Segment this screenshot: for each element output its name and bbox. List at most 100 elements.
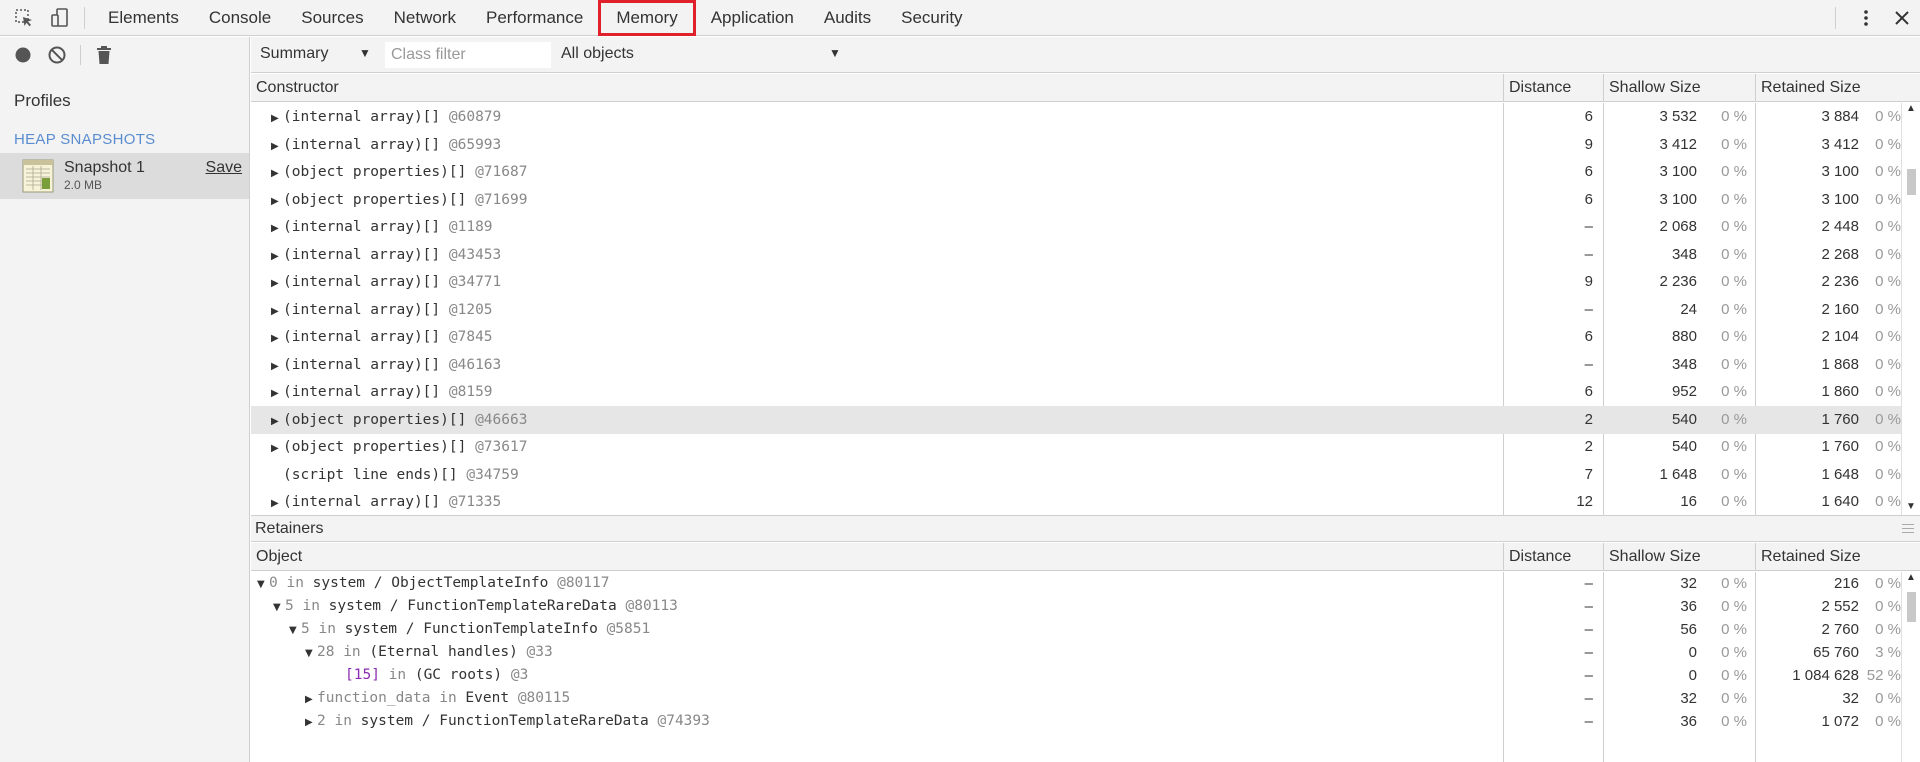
save-snapshot-link[interactable]: Save xyxy=(206,159,242,177)
table-row[interactable]: ▶ (internal array)[] @65993 9 3 412 0 % 3 412… xyxy=(251,131,1901,159)
table-row[interactable]: ▶ (internal array)[] @1205 – 24 0 % 2 160 0 % xyxy=(251,296,1901,324)
table-row[interactable]: ▶ (internal array)[] @8159 6 952 0 % 1 860 0 % xyxy=(251,378,1901,406)
retained-percent-cell: 0 % xyxy=(1875,190,1901,208)
table-row[interactable]: ▶ (internal array)[] @34771 9 2 236 0 % 2 236… xyxy=(251,268,1901,296)
column-header-shallow-size[interactable]: Shallow Size xyxy=(1603,74,1755,102)
column-header-distance[interactable]: Distance xyxy=(1503,74,1603,102)
shallow-size-cell: 540 xyxy=(1671,438,1697,455)
expand-arrow-icon[interactable]: ▶ xyxy=(305,711,317,733)
shallow-percent-cell: 0 % xyxy=(1721,328,1747,345)
table-row[interactable]: ▶ (object properties)[] @73617 2 540 0 % 1 76… xyxy=(251,433,1901,461)
expand-arrow-icon[interactable]: ▶ xyxy=(271,490,283,515)
profiles-toolbar xyxy=(0,37,249,73)
tab-network[interactable]: Network xyxy=(379,0,471,36)
column-header-retained-size[interactable]: Retained Size xyxy=(1755,543,1920,571)
clear-icon[interactable] xyxy=(44,42,70,68)
device-toolbar-icon[interactable] xyxy=(42,0,78,36)
table-row[interactable]: ▶ (internal array)[] @1189 – 2 068 0 % 2 448 0… xyxy=(251,213,1901,241)
shallow-percent-cell: 0 % xyxy=(1721,690,1747,707)
table-row[interactable]: ▶ (internal array)[] @46163 – 348 0 % 1 868 0 … xyxy=(251,351,1901,379)
object-id: @1189 xyxy=(448,219,493,235)
expand-arrow-icon[interactable]: ▶ xyxy=(271,380,283,406)
scrollbar-thumb[interactable] xyxy=(1907,592,1916,622)
table-row[interactable]: ▶ (object properties)[] @71699 6 3 100 0 % 3 … xyxy=(251,186,1901,214)
scroll-up-icon[interactable]: ▲ xyxy=(1906,103,1916,114)
record-icon[interactable] xyxy=(10,42,36,68)
expand-arrow-icon[interactable]: ▶ xyxy=(271,408,283,434)
expand-arrow-icon[interactable]: ▶ xyxy=(271,215,283,241)
column-header-distance[interactable]: Distance xyxy=(1503,543,1603,571)
table-row[interactable]: ▼ 5 in system / FunctionTemplateInfo @585… xyxy=(251,618,1901,641)
expand-arrow-icon[interactable]: ▶ xyxy=(271,133,283,159)
retainer-key: 5 xyxy=(301,621,310,637)
constructor-name: (internal array)[] xyxy=(283,274,441,290)
snapshot-item[interactable]: Snapshot 1 2.0 MB Save xyxy=(0,153,249,199)
table-row[interactable]: ▶ (internal array)[] @7845 6 880 0 % 2 104 0 % xyxy=(251,323,1901,351)
table-row[interactable]: ▶ (internal array)[] @71335 12 16 0 % 1 640 0 … xyxy=(251,488,1901,515)
constructor-scrollbar[interactable]: ▲ ▼ xyxy=(1901,103,1920,515)
column-header-constructor[interactable]: Constructor xyxy=(251,74,1503,102)
retained-size-cell: 1 760 xyxy=(1821,438,1859,455)
collapse-arrow-icon[interactable]: ▼ xyxy=(273,596,285,618)
tab-security[interactable]: Security xyxy=(886,0,977,36)
tab-sources[interactable]: Sources xyxy=(286,0,378,36)
table-row[interactable]: ▶ function_data in Event @80115 – 32 0 % 32 0 … xyxy=(251,687,1901,710)
expand-arrow-icon[interactable]: ▶ xyxy=(271,270,283,296)
trash-icon[interactable] xyxy=(91,42,117,68)
expand-arrow-icon[interactable]: ▶ xyxy=(271,188,283,214)
objects-select[interactable]: All objects xyxy=(561,45,634,63)
shallow-size-cell: 540 xyxy=(1671,410,1697,428)
table-row[interactable]: ▼ 28 in (Eternal handles) @33 – 0 0 % 65 760 3… xyxy=(251,641,1901,664)
column-header-shallow-size[interactable]: Shallow Size xyxy=(1603,543,1755,571)
close-icon[interactable] xyxy=(1884,0,1920,36)
table-row[interactable]: ▶ (internal array)[] @60879 6 3 532 0 % 3 884… xyxy=(251,103,1901,131)
column-header-retained-size[interactable]: Retained Size xyxy=(1755,74,1920,102)
tab-performance[interactable]: Performance xyxy=(471,0,598,36)
retainer-cell: ▼ 0 in system / ObjectTemplateInfo @80117 xyxy=(251,572,1503,595)
retainers-bar[interactable]: Retainers xyxy=(251,515,1920,542)
object-id: @5851 xyxy=(606,621,651,637)
expand-arrow-icon[interactable]: ▶ xyxy=(271,243,283,269)
scroll-down-icon[interactable]: ▼ xyxy=(1906,501,1916,512)
table-row[interactable]: ▼ 0 in system / ObjectTemplateInfo @80117… xyxy=(251,572,1901,595)
resize-grip-icon[interactable] xyxy=(1902,524,1914,533)
tab-memory[interactable]: Memory xyxy=(598,0,696,36)
expand-arrow-icon[interactable]: ▶ xyxy=(271,298,283,324)
expand-arrow-icon[interactable]: ▶ xyxy=(271,160,283,186)
tab-bar-right-controls xyxy=(1835,0,1920,36)
table-row[interactable]: ▶ (object properties)[] @46663 2 540 0 % 1 76… xyxy=(251,405,1901,434)
table-row[interactable]: ▶ 2 in system / FunctionTemplateRareData … xyxy=(251,710,1901,733)
retained-percent-cell: 0 % xyxy=(1875,355,1901,373)
table-row[interactable]: ▶ (internal array)[] @43453 – 348 0 % 2 268 0 … xyxy=(251,241,1901,269)
tab-application[interactable]: Application xyxy=(696,0,809,36)
inspect-element-icon[interactable] xyxy=(6,0,42,36)
retainers-scrollbar[interactable]: ▲ xyxy=(1901,572,1920,762)
more-options-icon[interactable] xyxy=(1848,0,1884,36)
view-select[interactable]: Summary xyxy=(260,45,328,63)
tab-elements[interactable]: Elements xyxy=(93,0,194,36)
scrollbar-thumb[interactable] xyxy=(1907,169,1916,195)
objects-select-arrow-icon[interactable]: ▼ xyxy=(829,46,841,60)
scroll-up-icon[interactable]: ▲ xyxy=(1906,572,1916,583)
table-row[interactable]: ▼ 5 in system / FunctionTemplateRareData … xyxy=(251,595,1901,618)
collapse-arrow-icon[interactable]: ▼ xyxy=(257,573,269,595)
shallow-size-cell: 0 xyxy=(1688,644,1697,661)
table-row[interactable]: ▶ (object properties)[] @71687 6 3 100 0 % 3 … xyxy=(251,158,1901,186)
shallow-size-cell: 24 xyxy=(1680,300,1697,318)
shallow-percent-cell: 0 % xyxy=(1721,621,1747,638)
class-filter-input[interactable] xyxy=(385,42,551,68)
table-row[interactable]: [15] in (GC roots) @3 – 0 0 % 1 084 628 52 % xyxy=(251,664,1901,687)
view-select-arrow-icon[interactable]: ▼ xyxy=(359,46,371,60)
expand-arrow-icon[interactable]: ▶ xyxy=(271,105,283,131)
collapse-arrow-icon[interactable]: ▼ xyxy=(305,642,317,664)
shallow-percent-cell: 0 % xyxy=(1721,667,1747,684)
expand-arrow-icon[interactable]: ▶ xyxy=(305,688,317,710)
expand-arrow-icon[interactable]: ▶ xyxy=(271,353,283,379)
expand-arrow-icon[interactable]: ▶ xyxy=(271,435,283,461)
tab-console[interactable]: Console xyxy=(194,0,286,36)
expand-arrow-icon[interactable]: ▶ xyxy=(271,325,283,351)
collapse-arrow-icon[interactable]: ▼ xyxy=(289,619,301,641)
column-header-object[interactable]: Object xyxy=(251,543,1503,571)
table-row[interactable]: (script line ends)[] @34759 7 1 648 0 % 1 64… xyxy=(251,461,1901,489)
tab-audits[interactable]: Audits xyxy=(809,0,886,36)
